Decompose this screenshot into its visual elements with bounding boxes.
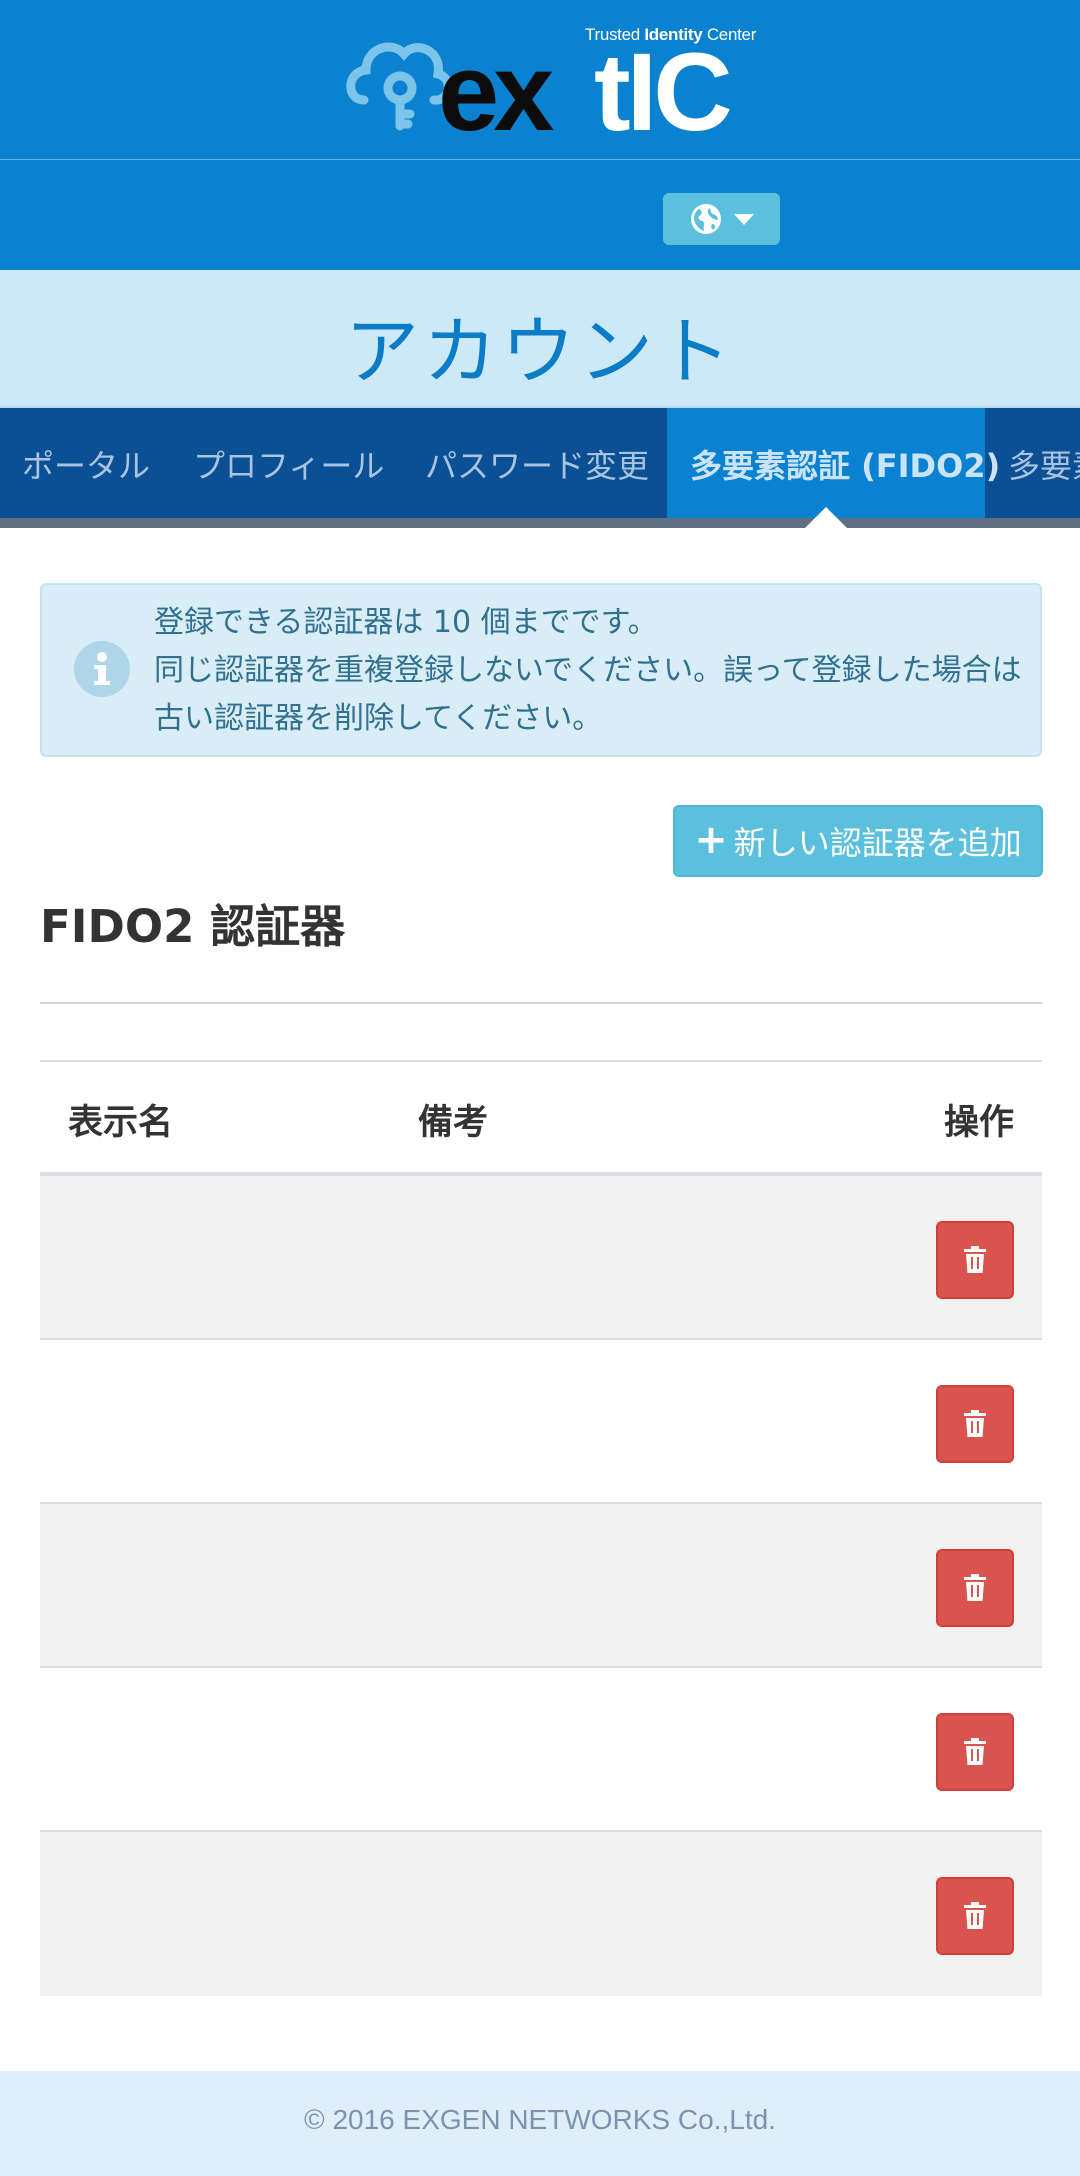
trash-icon [964,1246,986,1273]
copyright-text: © 2016 EXGEN NETWORKS Co.,Ltd. [304,2104,776,2135]
tab-portal[interactable]: ポータル [22,408,150,528]
globe-icon [690,204,721,234]
table-row [40,1504,1042,1668]
tab-mfa-other[interactable]: 多要素 [1008,408,1080,528]
divider [40,1002,1042,1004]
plus-icon: + [694,816,728,863]
tabs-bottom-border [0,518,1080,528]
delete-button[interactable] [936,1549,1014,1627]
trash-icon [964,1902,986,1929]
trash-icon [964,1574,986,1601]
info-alert: 登録できる認証器は 10 個までです。 同じ認証器を重複登録しないでください。誤… [40,583,1042,757]
add-authenticator-label: 新しい認証器を追加 [733,824,1022,862]
table-row [40,1832,1042,1996]
footer: © 2016 EXGEN NETWORKS Co.,Ltd. [0,2071,1080,2176]
alert-message: 登録できる認証器は 10 個までです。 同じ認証器を重複登録しないでください。誤… [154,599,1034,743]
tab-profile[interactable]: プロフィール [193,408,384,528]
title-band: アカウント [0,270,1080,408]
page-title: アカウント [345,309,735,395]
tab-password-change[interactable]: パスワード変更 [425,408,649,528]
delete-button[interactable] [936,1713,1014,1791]
account-tabs: ポータル プロフィール パスワード変更 多要素認証 (FIDO2) 多要素 [0,408,1080,528]
authenticator-table: 表示名 備考 操作 [40,1060,1042,1996]
logo-tagline: Trusted Identity Center [585,25,757,44]
column-header-display-name: 表示名 [68,1103,174,1143]
add-authenticator-button[interactable]: + 新しい認証器を追加 [673,805,1043,877]
delete-button[interactable] [936,1221,1014,1299]
alert-line-limit: 登録できる認証器は 10 個までです。 [154,605,658,640]
delete-button[interactable] [936,1385,1014,1463]
header: ex tIC Trusted Identity Center [0,0,1080,270]
language-dropdown-button[interactable] [663,193,780,245]
column-header-note: 備考 [418,1103,489,1143]
table-header: 表示名 備考 操作 [40,1060,1042,1176]
delete-button[interactable] [936,1877,1014,1955]
info-icon [74,641,130,697]
alert-line-duplicate: 同じ認証器を重複登録しないでください。誤って登録した場合は古い認証器を削除してく… [154,653,1022,736]
svg-text:tIC: tIC [594,31,730,142]
active-tab-indicator [805,507,847,528]
table-row [40,1668,1042,1832]
chevron-down-icon [733,213,754,225]
trash-icon [964,1738,986,1765]
table-row [40,1176,1042,1340]
trash-icon [964,1410,986,1437]
logo-area: ex tIC Trusted Identity Center [0,0,1080,160]
column-header-operations: 操作 [943,1103,1014,1143]
cloud-key-icon [346,42,453,131]
svg-text:ex: ex [438,31,554,142]
table-row [40,1340,1042,1504]
section-heading: FIDO2 認証器 [40,900,346,953]
